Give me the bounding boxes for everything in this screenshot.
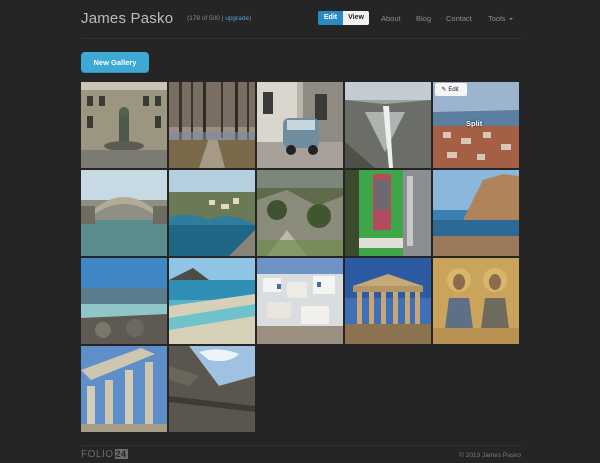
photo-forest-path[interactable] [169, 82, 255, 168]
nav-tools-label: Tools [488, 14, 506, 23]
photo-caption: Split [466, 119, 483, 128]
edit-photo-label: Edit [448, 87, 459, 93]
logo-text: FOLIO [81, 449, 114, 460]
quota-text: (178 of 500 | [187, 15, 224, 22]
nav-tools[interactable]: Tools [488, 14, 513, 23]
photo-coastal-town[interactable] [169, 170, 255, 256]
edit-photo-button[interactable]: ✎ Edit [435, 83, 467, 96]
site-footer: FOLIO 24 © 2013 James Pasko [81, 445, 521, 463]
photo-parthenon[interactable] [345, 258, 431, 344]
photo-split[interactable]: ✎ Edit Split [433, 82, 519, 168]
mode-toggle: Edit View [318, 11, 369, 25]
storage-quota: (178 of 500 | upgrade) [187, 15, 251, 22]
photo-coastal-town-image [169, 170, 255, 256]
photo-fountain-palace-image [81, 82, 167, 168]
chevron-down-icon [508, 18, 513, 21]
nav-contact[interactable]: Contact [446, 14, 472, 23]
photo-old-car-street[interactable] [257, 82, 343, 168]
edit-mode-button[interactable]: Edit [318, 11, 343, 25]
view-mode-button[interactable]: View [343, 11, 369, 25]
photo-mosaic-fresco-image [433, 258, 519, 344]
site-header: James Pasko (178 of 500 | upgrade) Edit … [81, 0, 521, 39]
quota-close: ) [249, 15, 252, 22]
photo-beach-rocks-image [81, 258, 167, 344]
photo-mural-wall[interactable] [345, 170, 431, 256]
photo-white-village[interactable] [257, 258, 343, 344]
photo-waterfall-canyon-image [345, 82, 431, 168]
logo-number: 24 [114, 449, 128, 459]
photo-sea-cliffs[interactable] [433, 170, 519, 256]
photo-rock-sky-image [169, 346, 255, 432]
photo-ancient-columns-image [81, 346, 167, 432]
photo-mural-wall-image [345, 170, 431, 256]
photo-rocky-hillside-image [257, 170, 343, 256]
folio24-logo[interactable]: FOLIO 24 [81, 449, 128, 460]
photo-rocky-hillside[interactable] [257, 170, 343, 256]
new-gallery-button[interactable]: New Gallery [81, 52, 149, 73]
photo-fountain-palace[interactable] [81, 82, 167, 168]
photo-old-car-street-image [257, 82, 343, 168]
photo-lagoon-beach-image [169, 258, 255, 344]
photo-parthenon-image [345, 258, 431, 344]
photo-white-village-image [257, 258, 343, 344]
photo-mosaic-fresco[interactable] [433, 258, 519, 344]
photo-ancient-columns[interactable] [81, 346, 167, 432]
edit-icon: ✎ [441, 87, 447, 93]
copyright-text: © 2013 James Pasko [459, 452, 521, 459]
nav-about[interactable]: About [381, 14, 401, 23]
gallery-grid: ✎ Edit Split [81, 82, 521, 434]
photo-lagoon-beach[interactable] [169, 258, 255, 344]
photo-forest-path-image [169, 82, 255, 168]
photo-sea-cliffs-image [433, 170, 519, 256]
site-title[interactable]: James Pasko [81, 10, 173, 27]
upgrade-link[interactable]: upgrade [225, 15, 249, 22]
nav-blog[interactable]: Blog [416, 14, 431, 23]
photo-waterfall-canyon[interactable] [345, 82, 431, 168]
photo-mostar-bridge[interactable] [81, 170, 167, 256]
photo-mostar-bridge-image [81, 170, 167, 256]
photo-beach-rocks[interactable] [81, 258, 167, 344]
photo-rock-sky[interactable] [169, 346, 255, 432]
